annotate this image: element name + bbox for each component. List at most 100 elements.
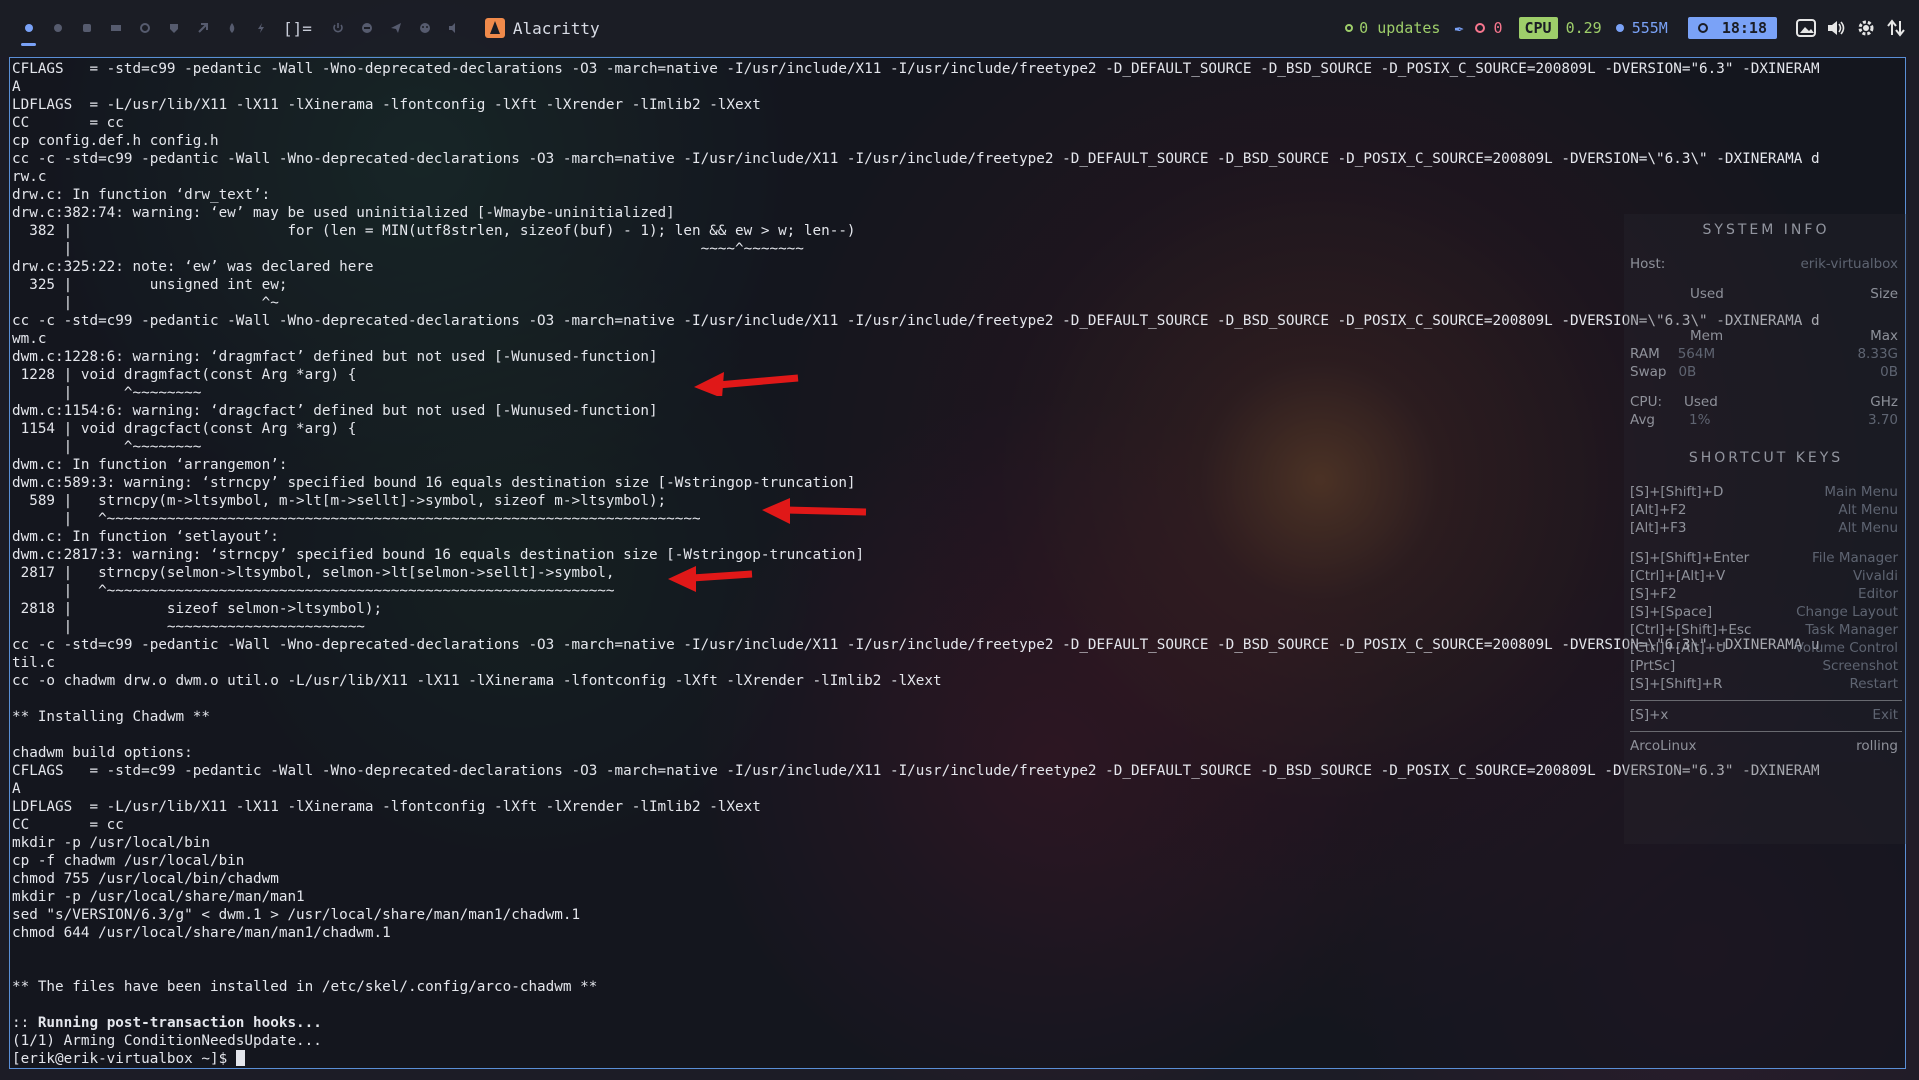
terminal-line: cc -o chadwm drw.o dwm.o util.o -L/usr/l… [12, 673, 942, 689]
shortcut-key: [Alt]+F3 [1630, 520, 1687, 536]
shortcut-row: [S]+[Shift]+D Main Menu [1624, 484, 1908, 502]
terminal-line: dwm.c:589:3: warning: ‘strncpy’ specifie… [12, 475, 856, 491]
shortcut-key: [Ctrl]+[Shift]+Esc [1630, 622, 1752, 638]
alacritty-icon [484, 18, 505, 38]
terminal-line: CFLAGS = -std=c99 -pedantic -Wall -Wno-d… [12, 61, 1820, 77]
pen-icon[interactable]: ✒ [1454, 19, 1463, 37]
ram-max: 8.33G [1857, 346, 1898, 362]
tag-8-icon[interactable] [217, 0, 246, 56]
terminal-window[interactable]: CFLAGS = -std=c99 -pedantic -Wall -Wno-d… [9, 57, 1906, 1069]
terminal-line: | ^~~~~~~~~~~~~~~~~~~~~~~~~~~~~~~~~~~~~~… [12, 511, 701, 527]
shortcut-action: Restart [1849, 676, 1898, 692]
cpu-ghz-col: GHz [1870, 394, 1898, 410]
terminal-line: | ^~~~~~~~~ [12, 439, 202, 455]
shortcut-key: [Alt]+F2 [1630, 502, 1687, 518]
update-icon [1345, 24, 1354, 32]
shortcut-key: [S]+[Shift]+Enter [1630, 550, 1750, 566]
divider [1630, 731, 1902, 732]
tag-5-icon[interactable] [130, 0, 159, 56]
tag-9-icon[interactable] [246, 0, 275, 56]
terminal-line: cc -c -std=c99 -pedantic -Wall -Wno-depr… [12, 151, 1820, 167]
divider [1630, 700, 1902, 701]
terminal-line: chmod 644 /usr/local/share/man/man1/chad… [12, 925, 391, 941]
tag-7-icon[interactable] [188, 0, 217, 56]
disk-header-row: Used Size [1624, 286, 1908, 304]
terminal-line: 1228 | void dragmfact(const Arg *arg) { [12, 367, 357, 383]
updates-text: 0 updates [1359, 19, 1441, 37]
red-counter: 0 [1493, 19, 1503, 37]
updates-widget[interactable]: 0 updates [1345, 19, 1440, 37]
terminal-line: drw.c: In function ‘drw_text’: [12, 187, 271, 203]
shortcut-row: [Alt]+F3 Alt Menu [1624, 520, 1908, 538]
speaker-icon[interactable] [440, 22, 469, 34]
network-arrows-icon[interactable] [1885, 17, 1907, 39]
shortcut-key: [S]+F2 [1630, 586, 1677, 602]
shortcut-action: Change Layout [1796, 604, 1898, 620]
terminal-line: dwm.c: In function ‘setlayout’: [12, 529, 279, 545]
terminal-line: dwm.c: In function ‘arrangemon’: [12, 457, 288, 473]
terminal-line: mkdir -p /usr/local/share/man/man1 [12, 889, 305, 905]
top-bar: []= Alacritty 0 updates ✒ 0 CPU 0.29 555… [0, 0, 1919, 56]
clock-widget[interactable]: 18:18 [1687, 17, 1777, 39]
clock-icon [1697, 23, 1708, 33]
shortcut-key: [S]+[Shift]+R [1630, 676, 1723, 692]
status-area: 0 updates ✒ 0 CPU 0.29 555M 18:18 [1339, 0, 1911, 56]
tag-3-icon[interactable] [72, 0, 101, 56]
shortcut-action: Editor [1858, 586, 1898, 602]
release-type: rolling [1856, 738, 1898, 754]
terminal-line: CC = cc [12, 115, 124, 131]
hook-text: Running post-transaction hooks... [37, 1015, 322, 1031]
tag-2-icon[interactable] [43, 0, 72, 56]
minus-circle-icon[interactable] [353, 22, 382, 34]
volume-icon[interactable] [1825, 17, 1847, 39]
cpu-value: 0.29 [1565, 19, 1602, 37]
shortcut-action: Vivaldi [1852, 568, 1898, 584]
terminal-cursor [235, 1050, 245, 1066]
terminal-line: rw.c [12, 169, 47, 185]
tag-6-icon[interactable] [159, 0, 188, 56]
shortcut-row: [Ctrl]+[Shift]+Esc Task Manager [1624, 622, 1908, 640]
swap-used: 0B [1678, 364, 1697, 380]
terminal-output: CFLAGS = -std=c99 -pedantic -Wall -Wno-d… [12, 60, 1820, 1068]
palette-icon[interactable] [411, 22, 440, 34]
shortcut-action: Alt Menu [1838, 502, 1898, 518]
shell-prompt: [erik@erik-virtualbox ~]$ [12, 1051, 236, 1067]
annotation-arrow-2 [762, 498, 867, 524]
terminal-line: ** Installing Chadwm ** [12, 709, 210, 725]
terminal-line: cp config.def.h config.h [12, 133, 219, 149]
shortcut-row: [Ctrl]+[Alt]+U Volume Control [1624, 640, 1908, 658]
terminal-line: cp -f chadwm /usr/local/bin [12, 853, 245, 869]
terminal-line: 325 | unsigned int ew; [12, 277, 288, 293]
clock-text: 18:18 [1721, 19, 1767, 37]
gear-icon[interactable] [1855, 17, 1877, 39]
terminal-line: ** The files have been installed in /etc… [12, 979, 598, 995]
shortcut-key: [PrtSc] [1630, 658, 1676, 674]
image-viewer-icon[interactable] [1795, 17, 1817, 39]
avg-row: Avg 1% 3.70 [1624, 412, 1908, 430]
cpu-label: CPU [1518, 17, 1558, 39]
system-info-title: SYSTEM INFO [1702, 222, 1830, 238]
avg-label: Avg [1630, 412, 1656, 428]
terminal-line: A [12, 79, 21, 95]
window-title: Alacritty [512, 18, 600, 38]
tag-1-icon[interactable] [14, 0, 43, 56]
send-icon[interactable] [382, 22, 411, 34]
shortcut-group-a: [S]+[Shift]+D Main Menu [Alt]+F2 Alt Menu [A… [1624, 484, 1908, 538]
layout-symbol[interactable]: []= [283, 19, 312, 38]
prompt-line[interactable]: [erik@erik-virtualbox ~]$ [12, 1050, 1820, 1068]
terminal-line: 1154 | void dragcfact(const Arg *arg) { [12, 421, 357, 437]
annotation-arrow-3 [668, 566, 753, 592]
ram-used: 564M [1677, 346, 1716, 362]
shortcut-row: [S]+[Shift]+R Restart [1624, 676, 1908, 694]
window-icons [324, 22, 469, 34]
distro-row: ArcoLinux rolling [1624, 738, 1908, 756]
mem-header-row: Mem Max [1624, 328, 1908, 346]
tag-4-icon[interactable] [101, 0, 130, 56]
shortcut-row: [PrtSc] Screenshot [1624, 658, 1908, 676]
terminal-line: LDFLAGS = -L/usr/lib/X11 -lX11 -lXineram… [12, 799, 761, 815]
shortcut-group-c: [S]+x Exit [1624, 707, 1908, 725]
power-icon[interactable] [324, 22, 353, 34]
